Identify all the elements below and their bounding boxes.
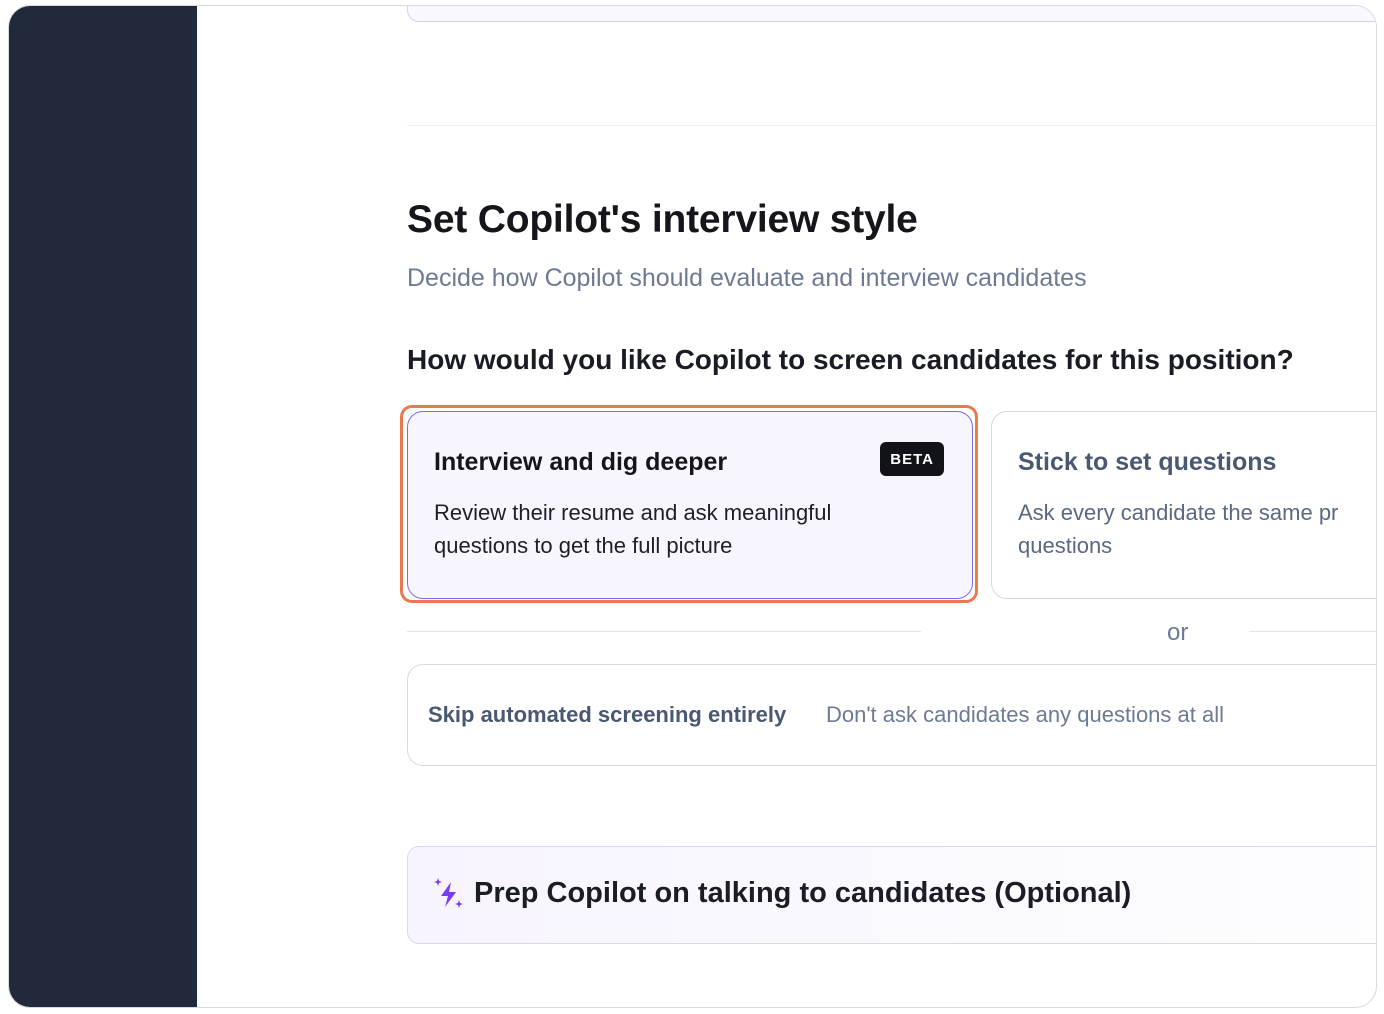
skip-description: Don't ask candidates any questions at al…	[826, 702, 1224, 727]
or-separator: or	[407, 619, 1376, 647]
app-window: Set Copilot's interview style Decide how…	[8, 5, 1377, 1008]
sidebar	[9, 6, 197, 1007]
screening-question: How would you like Copilot to screen can…	[407, 344, 1294, 375]
option-stick-to-set-questions[interactable]: Stick to set questions Ask every candida…	[991, 411, 1376, 599]
previous-section-card	[407, 6, 1376, 22]
sparkle-icon	[434, 878, 463, 908]
option-interview-dig-deeper[interactable]: Interview and dig deeper BETA Review the…	[407, 411, 973, 599]
option-description-line: questions	[1018, 533, 1113, 558]
option-description: Ask every candidate the same pr question…	[1018, 496, 1376, 562]
section-title: Set Copilot's interview style	[407, 198, 918, 241]
section-divider	[407, 125, 1376, 126]
option-description-line: Review their resume and ask meaningful	[434, 500, 832, 525]
option-description-line: Ask every candidate the same pr	[1018, 500, 1339, 525]
option-description-line: questions to get the full picture	[434, 533, 733, 558]
main-content: Set Copilot's interview style Decide how…	[197, 6, 1376, 1007]
prep-title: Prep Copilot on talking to candidates (O…	[474, 877, 1132, 909]
option-title: Stick to set questions	[1018, 448, 1277, 476]
skip-title: Skip automated screening entirely	[428, 702, 787, 727]
separator-line	[1249, 631, 1376, 632]
prep-copilot-section[interactable]: Prep Copilot on talking to candidates (O…	[407, 846, 1376, 944]
beta-badge: BETA	[880, 442, 944, 476]
option-description: Review their resume and ask meaningful q…	[434, 496, 914, 562]
or-label: or	[1167, 619, 1189, 646]
section-subtitle: Decide how Copilot should evaluate and i…	[407, 264, 1087, 292]
separator-line	[407, 631, 921, 632]
option-title: Interview and dig deeper	[434, 448, 728, 476]
skip-screening-option[interactable]: Skip automated screening entirely Don't …	[407, 664, 1376, 766]
